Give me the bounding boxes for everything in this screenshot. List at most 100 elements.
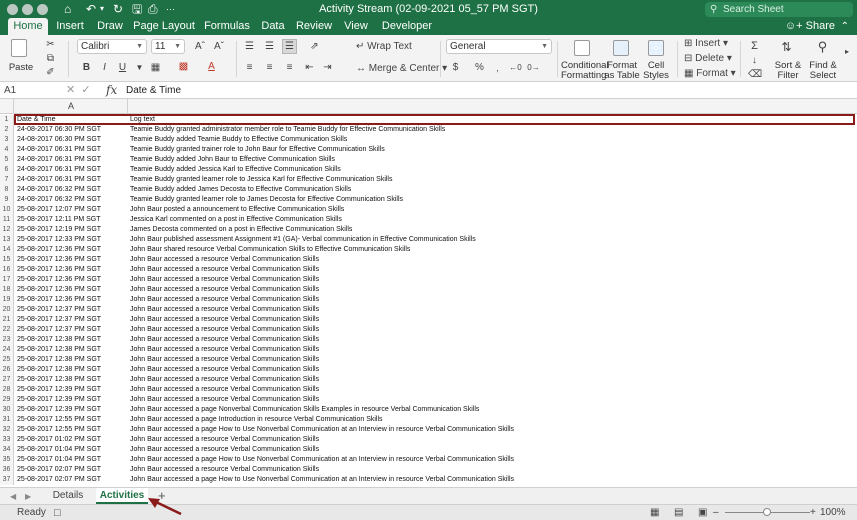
find-select-icon[interactable]: ⚲ (815, 39, 830, 54)
cell-log-text[interactable]: John Baur accessed a resource Verbal Com… (130, 265, 830, 275)
row-number[interactable]: 23 (0, 335, 14, 345)
cell-log-text[interactable]: Teamie Buddy granted trainer role to Joh… (130, 145, 830, 155)
cell-log-text[interactable]: John Baur accessed a page How to Use Non… (130, 475, 830, 485)
conditional-formatting-label[interactable]: Conditional Formatting (561, 61, 609, 81)
row-number[interactable]: 11 (0, 215, 14, 225)
tab-formulas[interactable]: Formulas (201, 18, 253, 35)
format-as-table-icon[interactable] (613, 40, 629, 56)
currency-icon[interactable]: $ (448, 60, 463, 75)
cell-log-text[interactable]: John Baur accessed a page Nonverbal Comm… (130, 405, 830, 415)
cell-date-time[interactable]: Date & Time (17, 115, 127, 125)
tab-developer[interactable]: Developer (378, 18, 436, 35)
row-number[interactable]: 12 (0, 225, 14, 235)
row-number[interactable]: 34 (0, 445, 14, 455)
copy-icon[interactable]: ⧉ (43, 51, 58, 66)
row-number[interactable]: 5 (0, 155, 14, 165)
row-number[interactable]: 26 (0, 365, 14, 375)
cell-log-text[interactable]: John Baur accessed a resource Verbal Com… (130, 385, 830, 395)
row-number[interactable]: 36 (0, 465, 14, 475)
autosum-icon[interactable]: Σ (747, 38, 762, 53)
enter-icon[interactable]: ✓ (81, 84, 90, 96)
row-number[interactable]: 2 (0, 125, 14, 135)
row-number[interactable]: 30 (0, 405, 14, 415)
font-name-combo[interactable]: Calibri ▼ (77, 39, 147, 54)
cell-date-time[interactable]: 25-08-2017 12:11 PM SGT (17, 215, 127, 225)
tab-page-layout[interactable]: Page Layout (133, 18, 195, 35)
cell-styles-label[interactable]: Cell Styles (642, 61, 670, 81)
row-number[interactable]: 15 (0, 255, 14, 265)
cell-date-time[interactable]: 25-08-2017 12:07 PM SGT (17, 205, 127, 215)
cell-log-text[interactable]: John Baur accessed a resource Verbal Com… (130, 345, 830, 355)
row-number[interactable]: 1 (0, 115, 14, 125)
row-number[interactable]: 14 (0, 245, 14, 255)
paste-icon[interactable] (11, 39, 27, 57)
clear-icon[interactable]: ⌫ (747, 67, 762, 82)
tab-review[interactable]: Review (294, 18, 334, 35)
cell-date-time[interactable]: 25-08-2017 12:37 PM SGT (17, 315, 127, 325)
row-number[interactable]: 7 (0, 175, 14, 185)
increase-indent-icon[interactable]: ⇥ (320, 60, 335, 75)
cell-date-time[interactable]: 24-08-2017 06:31 PM SGT (17, 175, 127, 185)
row-number[interactable]: 24 (0, 345, 14, 355)
paste-label[interactable]: Paste (4, 63, 38, 73)
cell-log-text[interactable]: John Baur accessed a resource Verbal Com… (130, 445, 830, 455)
tab-insert[interactable]: Insert (52, 18, 88, 35)
cell-date-time[interactable]: 24-08-2017 06:32 PM SGT (17, 195, 127, 205)
underline-button[interactable]: U (115, 60, 130, 75)
cell-log-text[interactable]: John Baur accessed a resource Verbal Com… (130, 395, 830, 405)
cell-date-time[interactable]: 25-08-2017 12:19 PM SGT (17, 225, 127, 235)
cell-log-text[interactable]: Teamie Buddy added James Decosta to Effe… (130, 185, 830, 195)
cell-date-time[interactable]: 25-08-2017 12:33 PM SGT (17, 235, 127, 245)
row-number[interactable]: 16 (0, 265, 14, 275)
cell-date-time[interactable]: 24-08-2017 06:32 PM SGT (17, 185, 127, 195)
decrease-indent-icon[interactable]: ⇤ (302, 60, 317, 75)
cell-date-time[interactable]: 25-08-2017 12:39 PM SGT (17, 385, 127, 395)
tab-data[interactable]: Data (258, 18, 288, 35)
cell-log-text[interactable]: John Baur accessed a resource Verbal Com… (130, 365, 830, 375)
row-number[interactable]: 35 (0, 455, 14, 465)
ribbon-options-icon[interactable]: ▸ (845, 47, 849, 56)
comma-style-icon[interactable]: , (490, 60, 505, 75)
cell-log-text[interactable]: John Baur accessed a resource Verbal Com… (130, 315, 830, 325)
sort-filter-icon[interactable]: ⇅ (779, 39, 794, 54)
align-top-icon[interactable]: ☰ (242, 39, 257, 54)
cell-date-time[interactable]: 25-08-2017 12:36 PM SGT (17, 245, 127, 255)
select-all-corner[interactable] (0, 99, 14, 114)
zoom-slider-handle[interactable] (763, 508, 771, 516)
cell-log-text[interactable]: John Baur published assessment Assignmen… (130, 235, 830, 245)
page-break-view-icon[interactable]: ▣ (698, 505, 707, 520)
conditional-formatting-icon[interactable] (574, 40, 590, 56)
fill-icon[interactable]: ↓ (747, 53, 762, 68)
align-left-icon[interactable]: ≡ (242, 60, 257, 75)
align-bottom-icon[interactable]: ☰ (282, 39, 297, 54)
cell-log-text[interactable]: John Baur accessed a resource Verbal Com… (130, 435, 830, 445)
row-number[interactable]: 9 (0, 195, 14, 205)
cell-date-time[interactable]: 25-08-2017 12:55 PM SGT (17, 425, 127, 435)
increase-decimal-icon[interactable]: ←0 (508, 60, 523, 75)
row-number[interactable]: 33 (0, 435, 14, 445)
share-button[interactable]: ☺+ Share (785, 18, 835, 35)
align-middle-icon[interactable]: ☰ (262, 39, 277, 54)
normal-view-icon[interactable]: ▦ (650, 505, 659, 520)
cell-date-time[interactable]: 25-08-2017 01:02 PM SGT (17, 435, 127, 445)
row-number[interactable]: 18 (0, 285, 14, 295)
cell-log-text[interactable]: Teamie Buddy granted learner role to Jam… (130, 195, 830, 205)
orientation-icon[interactable]: ⇗ (307, 39, 322, 54)
cell-date-time[interactable]: 24-08-2017 06:30 PM SGT (17, 125, 127, 135)
cell-date-time[interactable]: 25-08-2017 02:07 PM SGT (17, 475, 127, 485)
row-number[interactable]: 28 (0, 385, 14, 395)
add-sheet-icon[interactable]: + (158, 488, 166, 504)
formula-input[interactable]: Date & Time (126, 83, 181, 98)
tab-home[interactable]: Home (8, 18, 48, 35)
cell-log-text[interactable]: John Baur accessed a resource Verbal Com… (130, 335, 830, 345)
row-number[interactable]: 19 (0, 295, 14, 305)
cell-log-text[interactable]: John Baur accessed a resource Verbal Com… (130, 305, 830, 315)
zoom-out-icon[interactable]: – (713, 505, 719, 520)
format-as-table-label[interactable]: Format as Table (604, 61, 640, 81)
align-center-icon[interactable]: ≡ (262, 60, 277, 75)
cell-date-time[interactable]: 25-08-2017 12:38 PM SGT (17, 345, 127, 355)
cell-date-time[interactable]: 24-08-2017 06:31 PM SGT (17, 165, 127, 175)
cell-log-text[interactable]: John Baur accessed a resource Verbal Com… (130, 285, 830, 295)
delete-cells-button[interactable]: ⊟ Delete ▾ (684, 53, 732, 64)
row-number[interactable]: 31 (0, 415, 14, 425)
